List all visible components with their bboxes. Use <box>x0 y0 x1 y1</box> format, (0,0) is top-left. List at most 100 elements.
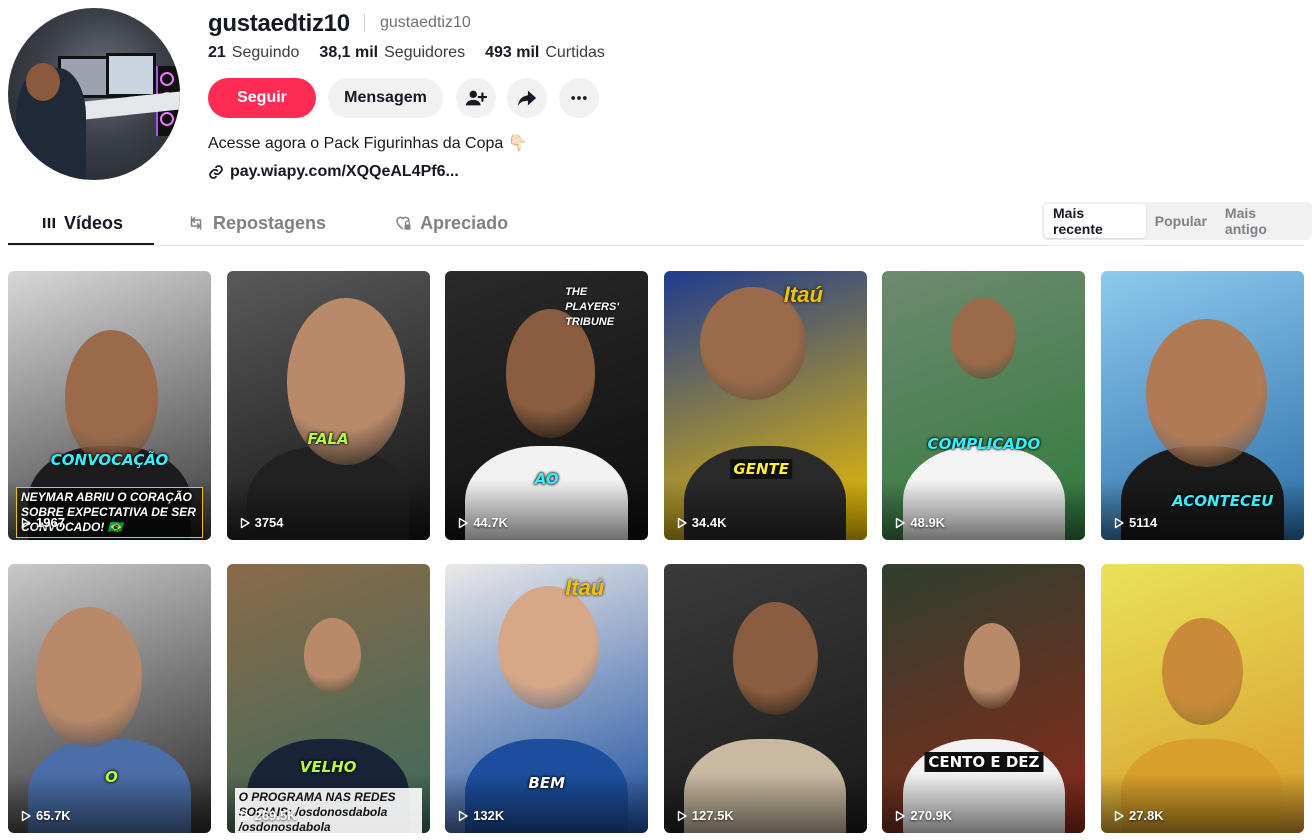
video-thumbnail-face <box>36 607 142 747</box>
thumbnail-gradient <box>226 480 430 540</box>
follow-button[interactable]: Seguir <box>208 78 316 118</box>
tab-label: Apreciado <box>420 212 509 233</box>
play-icon <box>896 517 906 528</box>
tab-label: Repostagens <box>213 212 327 233</box>
stat-following[interactable]: 21 Seguindo <box>208 44 299 62</box>
share-button[interactable] <box>507 78 547 118</box>
video-card[interactable]: O PROGRAMA NAS REDES SOCIAIS: /osdonosda… <box>226 564 430 833</box>
play-icon <box>458 517 468 528</box>
video-view-count: 65.7K <box>20 808 71 823</box>
video-overlay-text: Itaú <box>783 282 823 307</box>
video-overlay-text: THE PLAYERS' TRIBUNE <box>565 286 619 328</box>
repost-icon <box>190 216 202 230</box>
video-caption: CENTO E DEZ <box>924 752 1044 773</box>
video-view-count: 48.9K <box>894 515 945 530</box>
profile-link[interactable]: pay.wiapy.com/XQQeAL4Pf6... <box>208 163 459 181</box>
play-icon <box>458 810 468 821</box>
profile-link-text: pay.wiapy.com/XQQeAL4Pf6... <box>230 163 459 180</box>
video-overlay-text: Itaú <box>565 575 605 600</box>
view-count-text: 269.5K <box>254 808 297 823</box>
view-count-text: 1967 <box>36 515 65 530</box>
message-button[interactable]: Mensagem <box>328 78 443 118</box>
tab-videos[interactable]: Vídeos <box>8 200 153 246</box>
video-view-count: 27.8K <box>1113 808 1164 823</box>
more-options-button[interactable] <box>559 78 599 118</box>
play-icon <box>21 517 31 528</box>
video-view-count: 127.5K <box>676 808 734 823</box>
thumbnail-gradient <box>1100 773 1304 833</box>
play-icon <box>677 517 687 528</box>
more-dots-icon <box>571 96 587 100</box>
video-caption: ACONTECEU <box>1172 491 1274 510</box>
stat-followers[interactable]: 38,1 mil Seguidores <box>319 44 465 62</box>
video-card[interactable]: Itaú GENTE 34.4K <box>663 271 867 540</box>
video-thumbnail-face <box>732 601 819 715</box>
video-card[interactable]: 127.5K <box>663 564 867 833</box>
video-thumbnail-face <box>963 623 1021 710</box>
play-icon <box>1114 810 1124 821</box>
view-count-text: 34.4K <box>691 515 727 530</box>
video-card[interactable]: COMPLICADO 48.9K <box>882 271 1086 540</box>
video-card[interactable]: NEYMAR ABRIU O CORAÇÃO SOBRE EXPECTATIVA… <box>8 271 211 540</box>
play-icon <box>21 810 31 821</box>
play-icon <box>240 810 250 821</box>
link-icon <box>209 165 223 179</box>
video-caption: FALA <box>307 429 349 448</box>
video-view-count: 270.9K <box>894 808 952 823</box>
video-card[interactable]: Itaú BEM 132K <box>445 564 649 833</box>
video-caption: AO <box>534 470 559 489</box>
tab-liked[interactable]: Apreciado <box>360 200 542 246</box>
thumbnail-gradient <box>663 773 867 833</box>
video-thumbnail-face <box>64 330 159 465</box>
video-caption: CONVOCAÇÃO <box>50 451 169 470</box>
tab-label: Vídeos <box>64 212 124 233</box>
sort-latest[interactable]: Mais recente <box>1044 204 1146 238</box>
video-card[interactable]: 27.8K <box>1100 564 1304 833</box>
avatar-head <box>26 63 60 101</box>
video-grid: NEYMAR ABRIU O CORAÇÃO SOBRE EXPECTATIVA… <box>8 271 1304 833</box>
profile-avatar[interactable] <box>8 8 180 180</box>
video-view-count: 5114 <box>1113 515 1157 530</box>
avatar-led <box>160 112 174 126</box>
thumbnail-gradient <box>882 480 1086 540</box>
video-card[interactable]: O 65.7K <box>8 564 211 833</box>
view-count-text: 5114 <box>1128 515 1158 530</box>
sort-oldest[interactable]: Mais antigo <box>1216 204 1310 238</box>
video-card[interactable]: ACONTECEU 5114 <box>1100 271 1304 540</box>
sort-segmented-control: Mais recente Popular Mais antigo <box>1042 202 1312 240</box>
video-view-count: 132K <box>457 808 504 823</box>
play-icon <box>240 517 250 528</box>
stat-label: Curtidas <box>545 44 605 61</box>
profile-bio: Acesse agora o Pack Figurinhas da Copa 👇… <box>208 135 528 152</box>
video-caption: O <box>105 768 118 787</box>
tabs-divider <box>8 245 1304 246</box>
video-thumbnail-face <box>1161 617 1244 726</box>
view-count-text: 3754 <box>254 515 284 530</box>
stat-label: Seguidores <box>384 44 466 61</box>
view-count-text: 44.7K <box>473 515 508 530</box>
video-thumbnail-face <box>951 297 1017 379</box>
stat-value: 493 mil <box>485 44 540 61</box>
add-person-icon <box>465 90 487 106</box>
video-thumbnail-face <box>303 617 361 694</box>
video-card[interactable]: THE PLAYERS' TRIBUNE AO 44.7K <box>445 271 649 540</box>
view-count-text: 132K <box>473 808 505 823</box>
suggest-account-button[interactable] <box>456 78 496 118</box>
sort-popular[interactable]: Popular <box>1146 204 1216 238</box>
username-separator <box>364 14 365 32</box>
heart-lock-icon <box>396 216 411 230</box>
tab-reposts[interactable]: Repostagens <box>153 200 360 246</box>
view-count-text: 65.7K <box>36 808 71 823</box>
video-overlay-text: NEYMAR ABRIU O CORAÇÃO SOBRE EXPECTATIVA… <box>16 487 203 538</box>
video-card[interactable]: FALA 3754 <box>226 271 430 540</box>
video-view-count: 34.4K <box>676 515 727 530</box>
video-card[interactable]: CENTO E DEZ 270.9K <box>882 564 1086 833</box>
view-count-text: 270.9K <box>910 808 953 823</box>
play-icon <box>896 810 906 821</box>
thumbnail-gradient <box>882 773 1086 833</box>
view-count-text: 127.5K <box>691 808 734 823</box>
video-thumbnail-face <box>1145 319 1268 468</box>
play-icon <box>1114 517 1124 528</box>
video-caption: VELHO <box>299 757 357 776</box>
view-count-text: 27.8K <box>1128 808 1164 823</box>
